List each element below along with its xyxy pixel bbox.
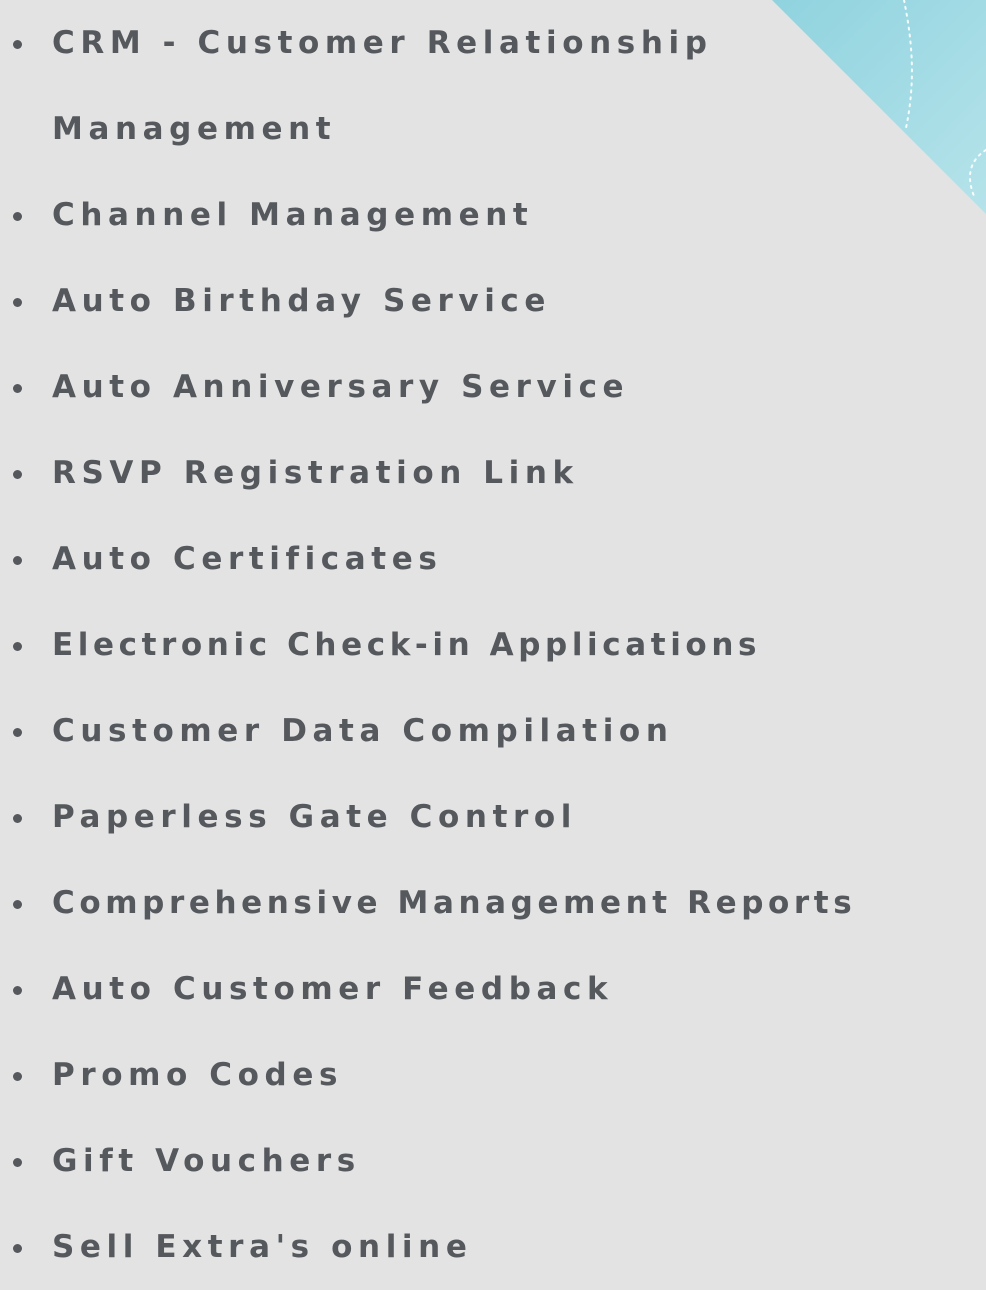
bullet-icon bbox=[13, 1072, 22, 1081]
bullet-icon bbox=[13, 298, 22, 307]
feature-label: Comprehensive Management Reports bbox=[52, 885, 857, 921]
feature-label: Sell Extra's online bbox=[52, 1229, 473, 1265]
bullet-icon bbox=[13, 384, 22, 393]
list-item-customer-data: Customer Data Compilation bbox=[0, 688, 986, 774]
feature-label: RSVP Registration Link bbox=[52, 455, 579, 491]
bullet-icon bbox=[13, 1244, 22, 1253]
bullet-icon bbox=[13, 40, 22, 49]
feature-label: CRM - Customer Relationship Management bbox=[52, 25, 713, 147]
feature-label: Promo Codes bbox=[52, 1057, 344, 1093]
bullet-icon bbox=[13, 986, 22, 995]
bullet-icon bbox=[13, 212, 22, 221]
bullet-icon bbox=[13, 642, 22, 651]
feature-list: CRM - Customer Relationship Management C… bbox=[0, 0, 986, 1290]
list-item-promo-codes: Promo Codes bbox=[0, 1032, 986, 1118]
list-item-channel-management: Channel Management bbox=[0, 172, 986, 258]
feature-label: Channel Management bbox=[52, 197, 534, 233]
feature-label: Customer Data Compilation bbox=[52, 713, 674, 749]
list-item-customer-feedback: Auto Customer Feedback bbox=[0, 946, 986, 1032]
bullet-icon bbox=[13, 814, 22, 823]
bullet-icon bbox=[13, 470, 22, 479]
list-item-gift-vouchers: Gift Vouchers bbox=[0, 1118, 986, 1204]
bullet-icon bbox=[13, 1158, 22, 1167]
list-item-auto-certificates: Auto Certificates bbox=[0, 516, 986, 602]
feature-label: Auto Anniversary Service bbox=[52, 369, 630, 405]
feature-label: Auto Birthday Service bbox=[52, 283, 552, 319]
bullet-icon bbox=[13, 728, 22, 737]
list-item-paperless-gate: Paperless Gate Control bbox=[0, 774, 986, 860]
bullet-icon bbox=[13, 556, 22, 565]
feature-label: Auto Customer Feedback bbox=[52, 971, 614, 1007]
feature-label: Paperless Gate Control bbox=[52, 799, 578, 835]
list-item-crm: CRM - Customer Relationship Management bbox=[0, 0, 986, 172]
list-item-sell-extras: Sell Extra's online bbox=[0, 1204, 986, 1290]
bullet-icon bbox=[13, 900, 22, 909]
list-item-auto-anniversary: Auto Anniversary Service bbox=[0, 344, 986, 430]
feature-label: Electronic Check-in Applications bbox=[52, 627, 762, 663]
list-item-electronic-check-in: Electronic Check-in Applications bbox=[0, 602, 986, 688]
list-item-management-reports: Comprehensive Management Reports bbox=[0, 860, 986, 946]
list-item-rsvp: RSVP Registration Link bbox=[0, 430, 986, 516]
list-item-auto-birthday: Auto Birthday Service bbox=[0, 258, 986, 344]
feature-label: Auto Certificates bbox=[52, 541, 443, 577]
feature-label: Gift Vouchers bbox=[52, 1143, 361, 1179]
